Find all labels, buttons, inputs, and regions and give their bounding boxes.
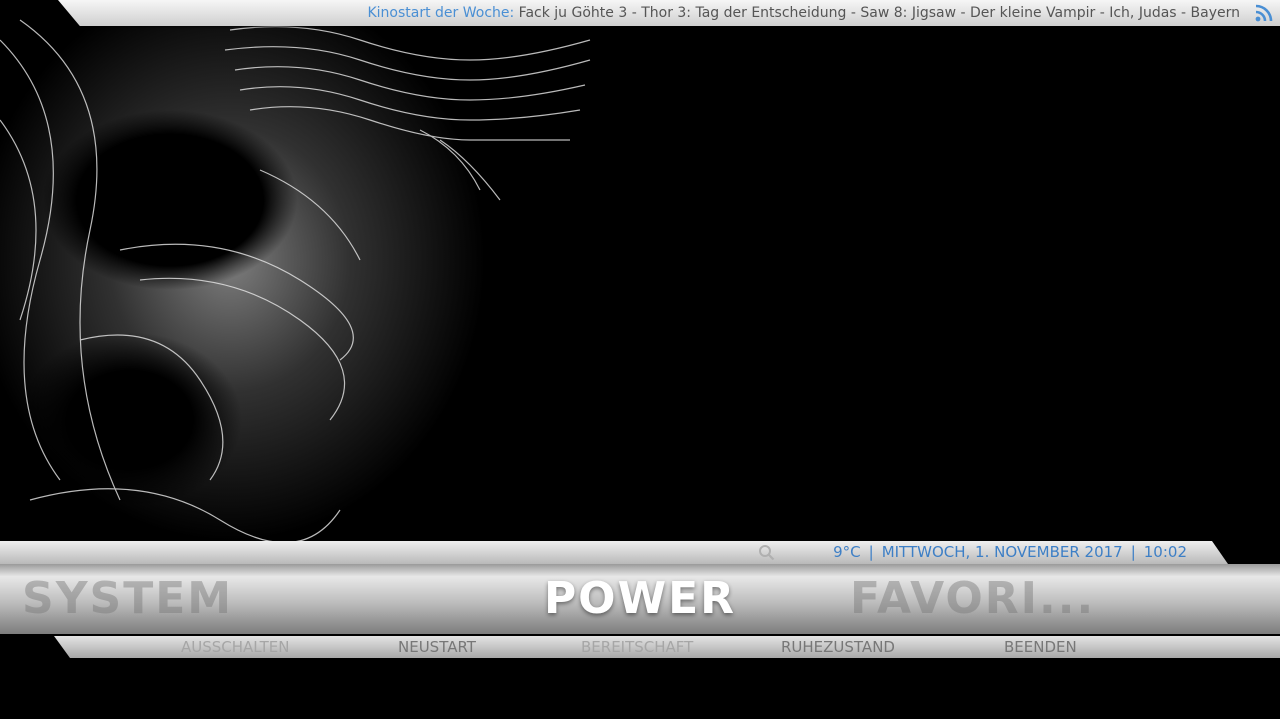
submenu-item-hibernate[interactable]: RUHEZUSTAND [781,636,895,658]
background-artwork [0,0,620,560]
separator: | [868,543,874,561]
clock: 10:02 [1143,543,1187,561]
date-label: MITTWOCH, 1. NOVEMBER 2017 [881,543,1123,561]
menu-item-favorites[interactable]: FAVORI... [850,564,1095,634]
status-info: 9°C | MITTWOCH, 1. NOVEMBER 2017 | 10:02 [833,541,1187,564]
weather-temperature: 9°C [833,543,861,561]
submenu-item-standby[interactable]: BEREITSCHAFT [581,636,693,658]
submenu-item-restart[interactable]: NEUSTART [398,636,476,658]
submenu-item-shutdown[interactable]: AUSSCHALTEN [181,636,289,658]
ticker-label: Kinostart der Woche: [367,5,515,21]
submenu-item-exit[interactable]: BEENDEN [1004,636,1077,658]
separator: | [1130,543,1136,561]
rss-ticker: Kinostart der Woche: Fack ju Göhte 3 - T… [367,3,1240,23]
main-menu: SYSTEM POWER FAVORI... [0,564,1280,634]
rss-icon[interactable] [1254,3,1274,23]
ticker-headlines: Fack ju Göhte 3 - Thor 3: Tag der Entsch… [514,5,1240,21]
skull-artwork [0,19,591,544]
search-icon[interactable] [758,544,775,561]
